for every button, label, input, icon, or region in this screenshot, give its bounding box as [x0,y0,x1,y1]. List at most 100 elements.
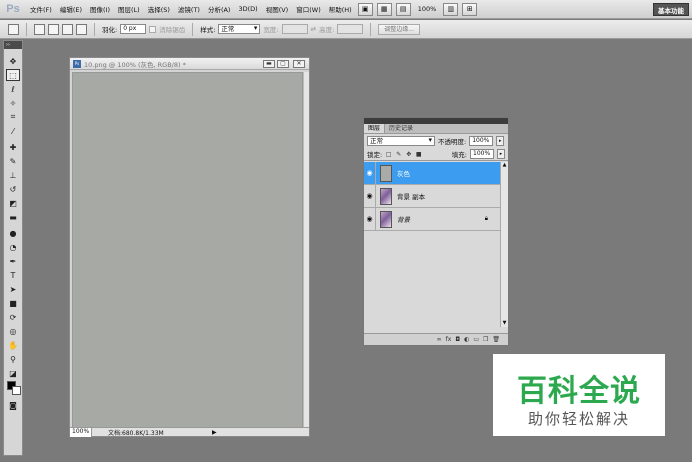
scroll-up-icon[interactable]: ▲ [501,162,508,169]
menu-filter[interactable]: 滤镜(T) [174,4,204,14]
marquee-tool-preset-icon[interactable] [8,23,19,35]
background-color-swatch[interactable] [12,386,21,395]
minimize-icon[interactable]: ▬ [263,60,275,68]
crop-tool-icon[interactable]: ⌗ [6,111,20,123]
extras-icon[interactable]: ▤ [395,2,411,16]
intersect-selection-icon[interactable] [76,23,87,35]
menu-view[interactable]: 视图(V) [262,4,293,14]
lock-pixels-icon[interactable]: ✎ [395,151,402,158]
layer-row[interactable]: ◉ 背景 🔒︎ [364,207,502,231]
swap-icon[interactable]: ⇄ [311,25,316,33]
blur-tool-icon[interactable]: ● [6,227,20,239]
zoom-tool-icon[interactable]: ⚲ [6,353,20,365]
arrange-documents-icon[interactable]: ▥ [443,2,459,16]
layer-thumbnail [380,164,392,182]
menu-image[interactable]: 图像(I) [86,4,114,14]
menu-file[interactable]: 文件(F) [26,4,56,14]
eraser-tool-icon[interactable]: ◩ [6,197,20,209]
shape-tool-icon[interactable]: ■ [6,297,20,309]
menu-layer[interactable]: 图层(L) [114,4,144,14]
screen-mode-icon[interactable]: ⊞ [462,2,478,16]
options-bar: 羽化: 0 px 消除锯齿 样式: 正常 宽度: ⇄ 高度: 调整边缘... [0,20,692,39]
eye-icon[interactable]: ◉ [364,161,376,185]
default-colors-icon[interactable]: ◪ [6,367,20,379]
opacity-input[interactable]: 100% [469,136,494,146]
3d-rotate-icon[interactable]: ⟳ [6,311,20,323]
lock-position-icon[interactable]: ✥ [405,151,412,158]
style-select[interactable]: 正常 [218,24,261,34]
layer-mask-icon[interactable]: ◘ [455,336,460,343]
blend-mode-select[interactable]: 正常 [367,136,435,146]
move-tool-icon[interactable]: ✥ [6,55,20,67]
layer-name: 背景 [397,216,410,224]
type-tool-icon[interactable]: T [6,269,20,281]
magic-wand-icon[interactable]: ✧ [6,97,20,109]
tab-layers[interactable]: 图层 [364,124,386,133]
menu-help[interactable]: 帮助(H) [325,4,356,14]
3d-orbit-icon[interactable]: ◎ [6,325,20,337]
opacity-slider-arrow-icon[interactable]: ▸ [496,136,505,146]
quick-mask-icon[interactable]: ◙ [6,399,20,411]
menu-select[interactable]: 选择(S) [144,4,174,14]
marquee-tool-icon[interactable]: ⬚ [6,69,20,81]
layer-row[interactable]: ◉ 灰色 [364,161,502,185]
lock-all-icon[interactable]: ■ [415,151,422,158]
path-selection-icon[interactable]: ➤ [6,283,20,295]
eye-icon[interactable]: ◉ [364,184,376,208]
clone-stamp-icon[interactable]: ⊥ [6,169,20,181]
status-menu-arrow-icon[interactable]: ▶ [212,429,217,436]
layers-footer: ∞ fx ◘ ◐ ▭ ❐ 🗑︎ [364,333,508,345]
divider [94,22,95,36]
canvas[interactable] [72,72,303,430]
eyedropper-icon[interactable]: ⁄ [6,125,20,137]
new-group-icon[interactable]: ▭ [473,336,479,343]
height-input[interactable] [337,24,364,34]
pen-tool-icon[interactable]: ✒ [6,255,20,267]
link-layers-icon[interactable]: ∞ [437,336,442,343]
adjustment-layer-icon[interactable]: ◐ [464,336,469,343]
vertical-scrollbar[interactable] [303,72,309,430]
workspace-button[interactable]: 基本功能 [653,3,689,16]
mini-bridge-icon[interactable]: ▦ [376,2,392,16]
feather-input[interactable]: 0 px [120,24,147,34]
healing-brush-icon[interactable]: ✚ [6,141,20,153]
menu-analysis[interactable]: 分析(A) [204,4,235,14]
width-input[interactable] [281,24,308,34]
divider [26,22,27,36]
maximize-icon[interactable]: ▢ [277,60,289,68]
new-layer-icon[interactable]: ❐ [483,336,488,343]
layer-name: 背景 副本 [397,193,426,201]
menu-window[interactable]: 窗口(W) [292,4,325,14]
lasso-tool-icon[interactable]: ℓ [6,83,20,95]
layer-list: ◉ 灰色 ◉ 背景 副本 ◉ 背景 🔒︎ [364,161,502,327]
bridge-icon[interactable]: ▣ [357,2,373,16]
tab-history[interactable]: 历史记录 [385,124,417,133]
close-icon[interactable]: ✕ [293,60,305,68]
gradient-tool-icon[interactable]: ▬ [6,211,20,223]
new-selection-icon[interactable] [34,23,45,35]
menu-3d[interactable]: 3D(D) [234,5,261,13]
antialias-checkbox[interactable] [149,25,157,33]
dodge-tool-icon[interactable]: ◔ [6,241,20,253]
eye-icon[interactable]: ◉ [364,207,376,231]
delete-layer-icon[interactable]: 🗑︎ [492,336,500,343]
refine-edge-button[interactable]: 调整边缘... [378,23,420,35]
zoom-readout[interactable]: 100% [418,5,437,13]
menu-edit[interactable]: 编辑(E) [56,4,86,14]
document-zoom-field[interactable]: 100% [70,427,92,437]
hand-tool-icon[interactable]: ✋ [6,339,20,351]
add-selection-icon[interactable] [48,23,59,35]
scroll-down-icon[interactable]: ▼ [501,320,508,327]
layer-row[interactable]: ◉ 背景 副本 [364,184,502,208]
history-brush-icon[interactable]: ↺ [6,183,20,195]
subtract-selection-icon[interactable] [62,23,73,35]
layer-thumbnail [380,187,392,205]
brush-tool-icon[interactable]: ✎ [6,155,20,167]
lock-transparency-icon[interactable]: □ [385,151,392,158]
layer-style-icon[interactable]: fx [446,336,452,343]
fill-input[interactable]: 100% [470,149,494,159]
panel-grip[interactable]: ›› [4,41,22,49]
panel-tabs: 图层 历史记录 [364,124,508,134]
fill-slider-arrow-icon[interactable]: ▸ [497,149,505,159]
layers-scrollbar[interactable]: ▲ ▼ [500,162,508,327]
